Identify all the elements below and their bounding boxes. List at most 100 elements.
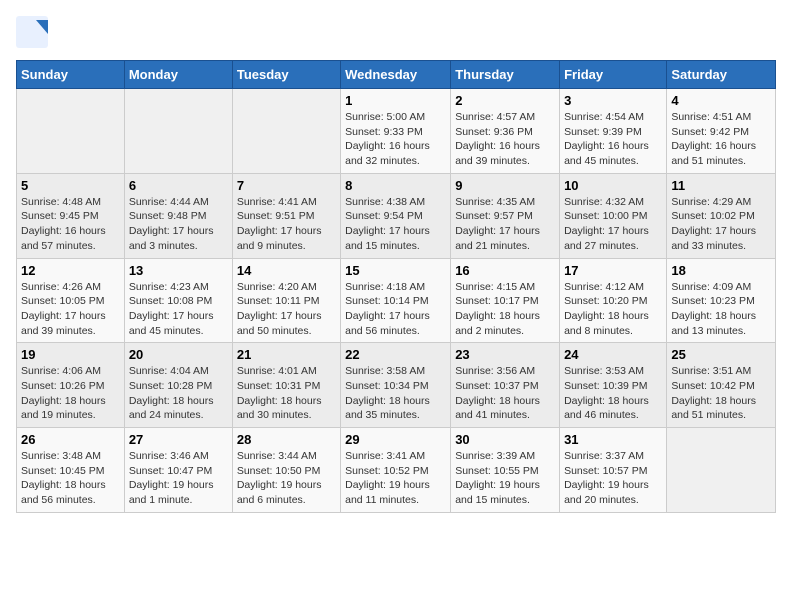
day-number: 3	[564, 93, 662, 108]
day-info: Sunrise: 3:44 AM Sunset: 10:50 PM Daylig…	[237, 449, 336, 508]
day-info: Sunrise: 4:51 AM Sunset: 9:42 PM Dayligh…	[671, 110, 771, 169]
day-info: Sunrise: 3:39 AM Sunset: 10:55 PM Daylig…	[455, 449, 555, 508]
day-number: 23	[455, 347, 555, 362]
day-number: 11	[671, 178, 771, 193]
day-info: Sunrise: 3:51 AM Sunset: 10:42 PM Daylig…	[671, 364, 771, 423]
day-info: Sunrise: 3:56 AM Sunset: 10:37 PM Daylig…	[455, 364, 555, 423]
column-header-monday: Monday	[124, 61, 232, 89]
calendar-cell	[17, 89, 125, 174]
day-info: Sunrise: 4:06 AM Sunset: 10:26 PM Daylig…	[21, 364, 120, 423]
day-number: 5	[21, 178, 120, 193]
column-header-saturday: Saturday	[667, 61, 776, 89]
calendar-cell: 13 Sunrise: 4:23 AM Sunset: 10:08 PM Dayl…	[124, 258, 232, 343]
week-row-1: 1 Sunrise: 5:00 AM Sunset: 9:33 PM Daylig…	[17, 89, 776, 174]
day-number: 20	[129, 347, 228, 362]
day-number: 9	[455, 178, 555, 193]
day-info: Sunrise: 4:12 AM Sunset: 10:20 PM Daylig…	[564, 280, 662, 339]
calendar-cell: 14 Sunrise: 4:20 AM Sunset: 10:11 PM Dayl…	[232, 258, 340, 343]
calendar-table: SundayMondayTuesdayWednesdayThursdayFrid…	[16, 60, 776, 513]
calendar-cell: 10 Sunrise: 4:32 AM Sunset: 10:00 PM Dayl…	[560, 173, 667, 258]
day-number: 18	[671, 263, 771, 278]
day-number: 21	[237, 347, 336, 362]
calendar-cell: 20 Sunrise: 4:04 AM Sunset: 10:28 PM Dayl…	[124, 343, 232, 428]
calendar-cell	[124, 89, 232, 174]
day-info: Sunrise: 4:54 AM Sunset: 9:39 PM Dayligh…	[564, 110, 662, 169]
day-info: Sunrise: 3:53 AM Sunset: 10:39 PM Daylig…	[564, 364, 662, 423]
day-number: 24	[564, 347, 662, 362]
page-header	[16, 16, 776, 48]
calendar-cell: 6 Sunrise: 4:44 AM Sunset: 9:48 PM Daylig…	[124, 173, 232, 258]
calendar-cell: 9 Sunrise: 4:35 AM Sunset: 9:57 PM Daylig…	[451, 173, 560, 258]
column-header-friday: Friday	[560, 61, 667, 89]
day-number: 17	[564, 263, 662, 278]
day-number: 19	[21, 347, 120, 362]
day-info: Sunrise: 4:41 AM Sunset: 9:51 PM Dayligh…	[237, 195, 336, 254]
day-number: 16	[455, 263, 555, 278]
calendar-cell: 2Sunrise: 4:57 AM Sunset: 9:36 PM Daylig…	[451, 89, 560, 174]
day-number: 12	[21, 263, 120, 278]
calendar-cell: 29 Sunrise: 3:41 AM Sunset: 10:52 PM Dayl…	[341, 428, 451, 513]
day-number: 31	[564, 432, 662, 447]
day-info: Sunrise: 5:00 AM Sunset: 9:33 PM Dayligh…	[345, 110, 446, 169]
day-info: Sunrise: 3:46 AM Sunset: 10:47 PM Daylig…	[129, 449, 228, 508]
day-info: Sunrise: 4:26 AM Sunset: 10:05 PM Daylig…	[21, 280, 120, 339]
day-info: Sunrise: 4:44 AM Sunset: 9:48 PM Dayligh…	[129, 195, 228, 254]
day-number: 26	[21, 432, 120, 447]
calendar-cell: 28 Sunrise: 3:44 AM Sunset: 10:50 PM Dayl…	[232, 428, 340, 513]
day-info: Sunrise: 4:04 AM Sunset: 10:28 PM Daylig…	[129, 364, 228, 423]
day-info: Sunrise: 4:48 AM Sunset: 9:45 PM Dayligh…	[21, 195, 120, 254]
calendar-cell: 26 Sunrise: 3:48 AM Sunset: 10:45 PM Dayl…	[17, 428, 125, 513]
day-number: 14	[237, 263, 336, 278]
day-number: 7	[237, 178, 336, 193]
day-number: 8	[345, 178, 446, 193]
day-info: Sunrise: 4:20 AM Sunset: 10:11 PM Daylig…	[237, 280, 336, 339]
day-number: 29	[345, 432, 446, 447]
day-number: 6	[129, 178, 228, 193]
day-info: Sunrise: 4:23 AM Sunset: 10:08 PM Daylig…	[129, 280, 228, 339]
column-header-thursday: Thursday	[451, 61, 560, 89]
calendar-header-row: SundayMondayTuesdayWednesdayThursdayFrid…	[17, 61, 776, 89]
calendar-cell: 18 Sunrise: 4:09 AM Sunset: 10:23 PM Dayl…	[667, 258, 776, 343]
day-info: Sunrise: 4:01 AM Sunset: 10:31 PM Daylig…	[237, 364, 336, 423]
day-number: 25	[671, 347, 771, 362]
day-number: 1	[345, 93, 446, 108]
day-number: 22	[345, 347, 446, 362]
day-number: 10	[564, 178, 662, 193]
day-info: Sunrise: 3:41 AM Sunset: 10:52 PM Daylig…	[345, 449, 446, 508]
calendar-cell: 27 Sunrise: 3:46 AM Sunset: 10:47 PM Dayl…	[124, 428, 232, 513]
day-number: 13	[129, 263, 228, 278]
calendar-cell: 25 Sunrise: 3:51 AM Sunset: 10:42 PM Dayl…	[667, 343, 776, 428]
day-number: 15	[345, 263, 446, 278]
calendar-cell: 1 Sunrise: 5:00 AM Sunset: 9:33 PM Daylig…	[341, 89, 451, 174]
column-header-sunday: Sunday	[17, 61, 125, 89]
calendar-cell: 4 Sunrise: 4:51 AM Sunset: 9:42 PM Daylig…	[667, 89, 776, 174]
week-row-2: 5 Sunrise: 4:48 AM Sunset: 9:45 PM Daylig…	[17, 173, 776, 258]
logo-icon	[16, 16, 48, 48]
day-info: Sunrise: 4:09 AM Sunset: 10:23 PM Daylig…	[671, 280, 771, 339]
day-info: Sunrise: 4:15 AM Sunset: 10:17 PM Daylig…	[455, 280, 555, 339]
calendar-cell: 15 Sunrise: 4:18 AM Sunset: 10:14 PM Dayl…	[341, 258, 451, 343]
day-number: 27	[129, 432, 228, 447]
column-header-tuesday: Tuesday	[232, 61, 340, 89]
day-info: Sunrise: 4:35 AM Sunset: 9:57 PM Dayligh…	[455, 195, 555, 254]
day-info: Sunrise: 4:18 AM Sunset: 10:14 PM Daylig…	[345, 280, 446, 339]
day-number: 4	[671, 93, 771, 108]
day-number: 30	[455, 432, 555, 447]
calendar-cell: 31Sunrise: 3:37 AM Sunset: 10:57 PM Dayl…	[560, 428, 667, 513]
calendar-cell	[667, 428, 776, 513]
calendar-cell	[232, 89, 340, 174]
calendar-cell: 12 Sunrise: 4:26 AM Sunset: 10:05 PM Dayl…	[17, 258, 125, 343]
day-info: Sunrise: 4:29 AM Sunset: 10:02 PM Daylig…	[671, 195, 771, 254]
calendar-cell: 11 Sunrise: 4:29 AM Sunset: 10:02 PM Dayl…	[667, 173, 776, 258]
calendar-cell: 5 Sunrise: 4:48 AM Sunset: 9:45 PM Daylig…	[17, 173, 125, 258]
calendar-cell: 8Sunrise: 4:38 AM Sunset: 9:54 PM Daylig…	[341, 173, 451, 258]
day-info: Sunrise: 4:57 AM Sunset: 9:36 PM Dayligh…	[455, 110, 555, 169]
calendar-cell: 24 Sunrise: 3:53 AM Sunset: 10:39 PM Dayl…	[560, 343, 667, 428]
day-number: 28	[237, 432, 336, 447]
day-info: Sunrise: 4:32 AM Sunset: 10:00 PM Daylig…	[564, 195, 662, 254]
week-row-3: 12 Sunrise: 4:26 AM Sunset: 10:05 PM Dayl…	[17, 258, 776, 343]
day-info: Sunrise: 3:48 AM Sunset: 10:45 PM Daylig…	[21, 449, 120, 508]
column-header-wednesday: Wednesday	[341, 61, 451, 89]
calendar-cell: 19 Sunrise: 4:06 AM Sunset: 10:26 PM Dayl…	[17, 343, 125, 428]
calendar-cell: 16 Sunrise: 4:15 AM Sunset: 10:17 PM Dayl…	[451, 258, 560, 343]
